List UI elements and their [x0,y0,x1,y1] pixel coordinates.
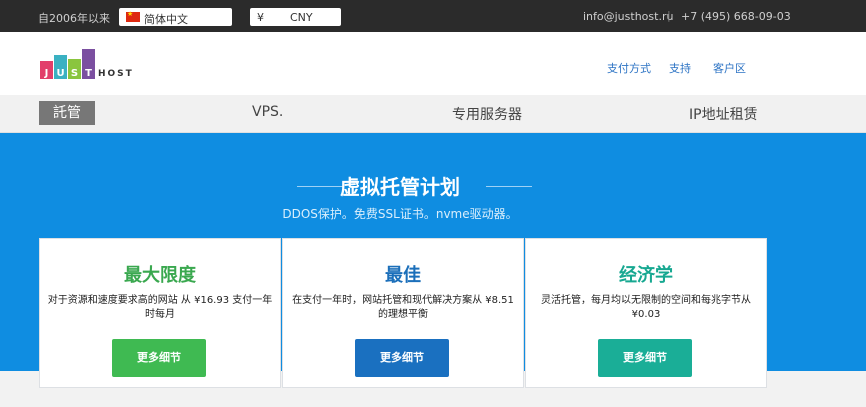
logo-letter-t: T [85,68,92,79]
header: J U S T HOST 支付方式 支持 客户区 [0,32,866,95]
since-text: 自2006年以来 [38,12,110,25]
logo-letter-s: S [70,68,79,79]
plan-description: 在支付一年时，网站托管和现代解决方案从 ¥8.51的理想平衡 [292,295,514,320]
plan-card-optimal: 最佳 在支付一年时，网站托管和现代解决方案从 ¥8.51的理想平衡 更多细节 [282,238,524,388]
currency-code: CNY [290,11,313,24]
plan-description: 灵活托管，每月均以无限制的空间和每兆字节从 ¥0.03 [541,295,751,320]
nav-support[interactable]: 支持 [669,60,691,76]
nav-client-area[interactable]: 客户区 [713,60,746,76]
china-flag-icon: ★ [126,10,140,22]
separator: | [667,9,671,22]
language-selector[interactable]: ★ 简体中文 [119,8,232,26]
hero-subtitle: DDOS保护。免费SSL证书。nvme驱动器。 [282,207,518,221]
language-label: 简体中文 [144,13,188,26]
currency-selector[interactable]: ¥ CNY [250,8,341,26]
main-nav: 託管 VPS. 专用服务器 IP地址租赁 [0,95,866,133]
nav-ip-rental-tab[interactable]: IP地址租赁 [689,104,758,124]
nav-vps-tab[interactable]: VPS. [252,104,283,120]
hero-title: 虚拟托管计划 [340,175,460,199]
nav-payment-methods[interactable]: 支付方式 [607,60,651,76]
more-details-button[interactable]: 更多细节 [112,339,206,377]
logo-letter-u: U [56,68,65,79]
title-decoration-right [486,186,532,187]
more-details-button[interactable]: 更多细节 [355,339,449,377]
nav-dedicated-servers-tab[interactable]: 专用服务器 [452,104,522,124]
plan-title: 经济学 [619,265,673,286]
plan-description: 对于资源和速度要求高的网站 从 ¥16.93 支付一年时每月 [47,295,273,320]
more-details-button[interactable]: 更多细节 [598,339,692,377]
plan-title: 最大限度 [124,265,196,286]
logo-word: HOST [98,69,134,79]
logo[interactable]: J U S T HOST [40,47,150,83]
nav-hosting-tab[interactable]: 託管 [39,101,95,125]
plan-title: 最佳 [385,265,421,286]
plan-card-economy: 经济学 灵活托管，每月均以无限制的空间和每兆字节从 ¥0.03 更多细节 [525,238,767,388]
logo-letter-j: J [44,68,49,79]
top-bar: 自2006年以来 ★ 简体中文 ¥ CNY info@justhost.ru |… [0,0,866,32]
phone-link[interactable]: +7 (495) 668-09-03 [681,10,791,23]
email-link[interactable]: info@justhost.ru [583,10,673,23]
plan-card-maximum: 最大限度 对于资源和速度要求高的网站 从 ¥16.93 支付一年时每月 更多细节 [39,238,281,388]
currency-symbol: ¥ [257,11,264,24]
